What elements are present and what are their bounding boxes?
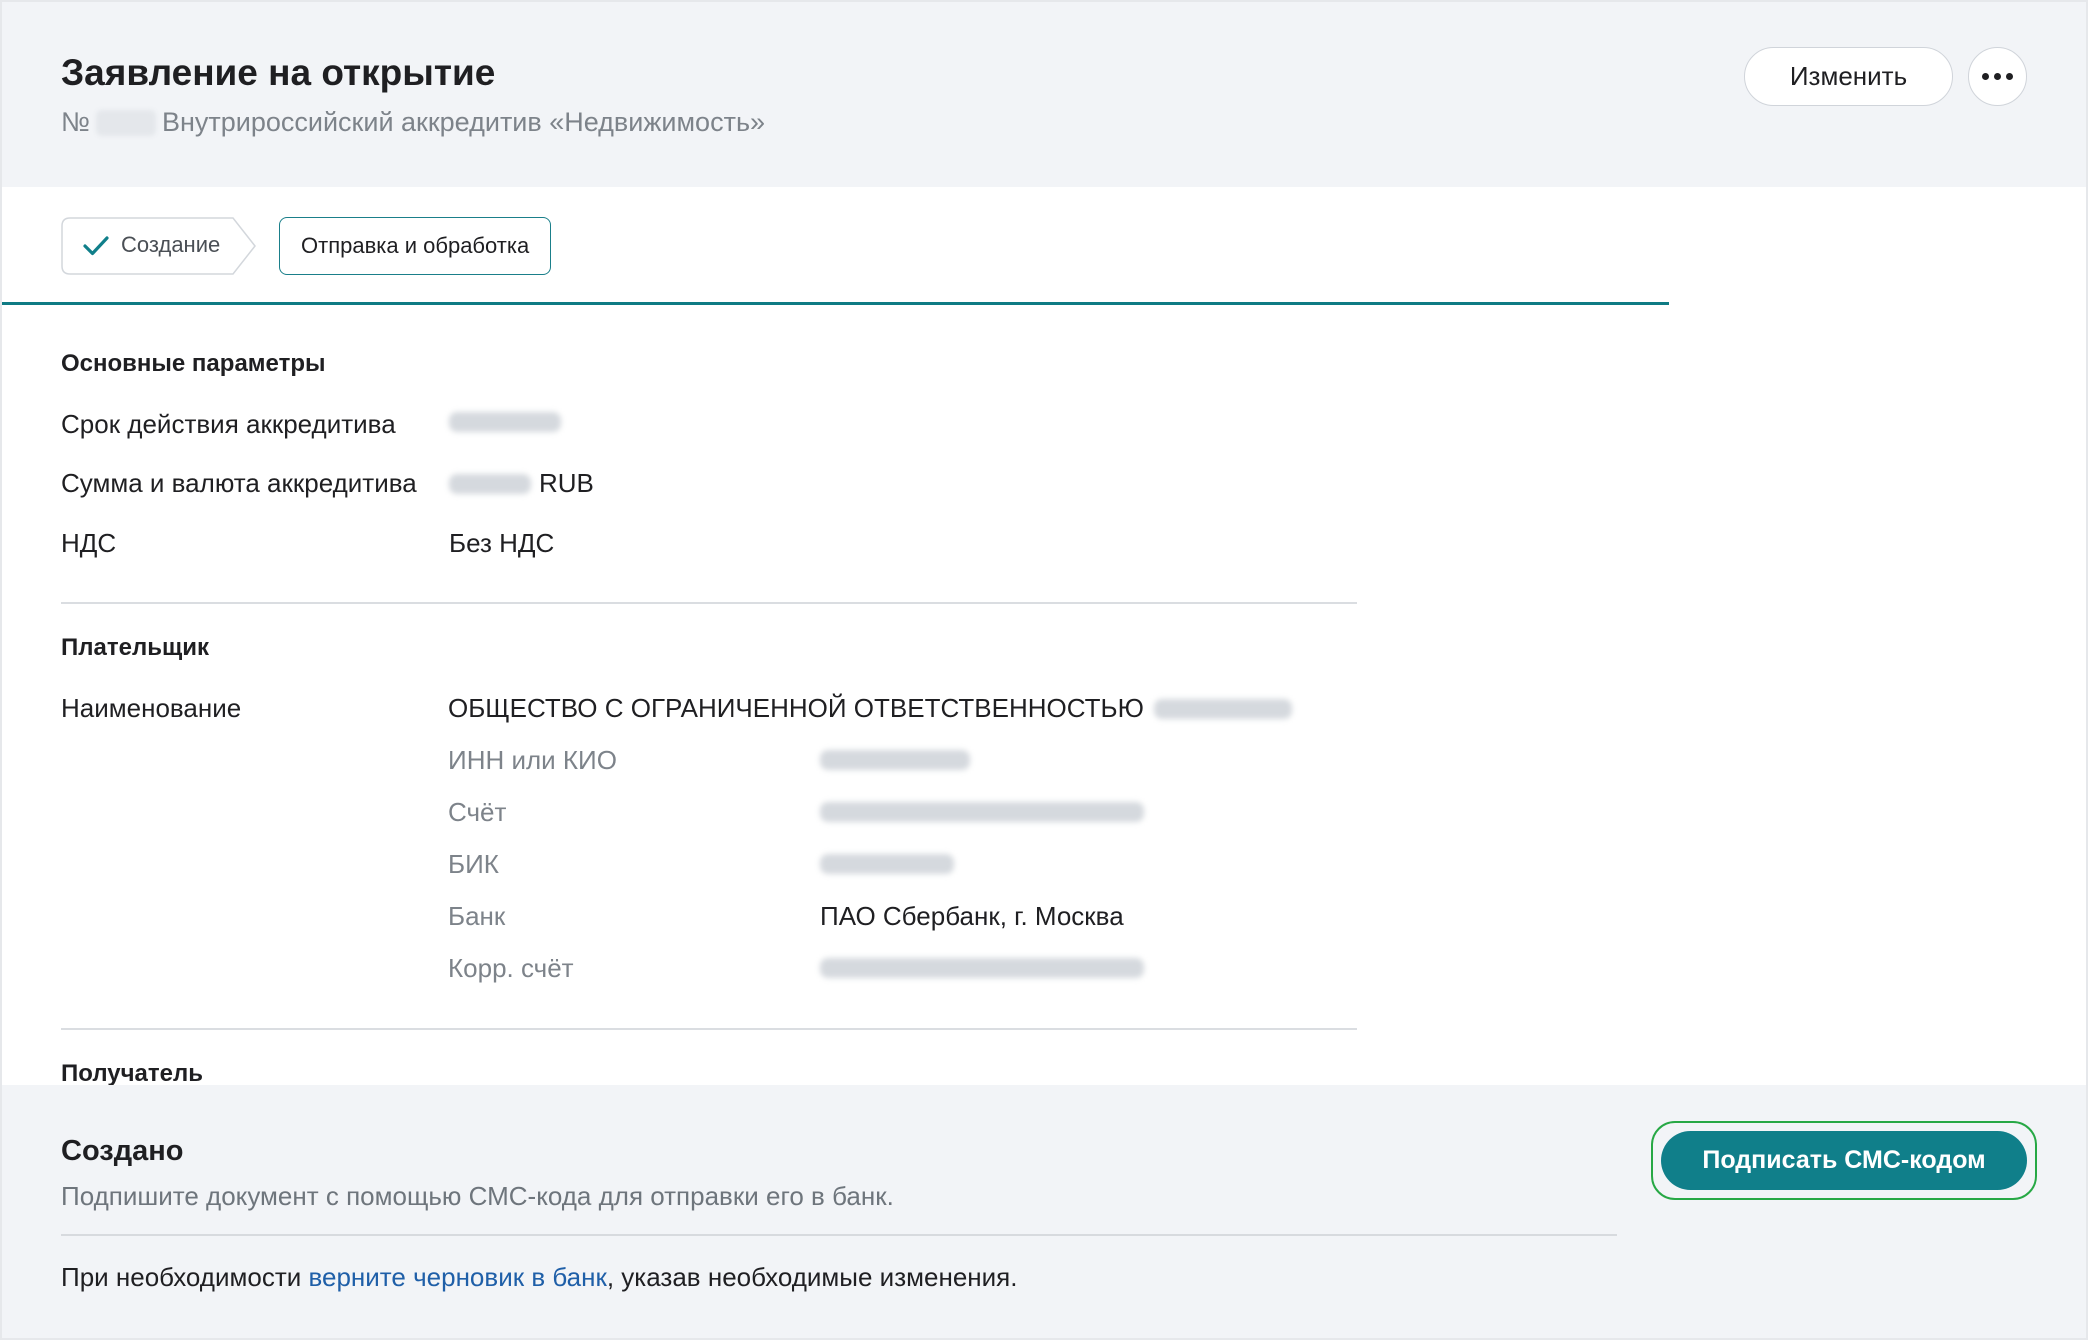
term-value bbox=[449, 412, 561, 432]
note-text-before: При необходимости bbox=[61, 1262, 309, 1292]
inn-label: ИНН или КИО bbox=[448, 745, 617, 775]
checkmark-icon bbox=[83, 236, 109, 256]
bik-label: БИК bbox=[448, 849, 499, 879]
edit-button[interactable]: Изменить bbox=[1744, 47, 1953, 106]
vat-label: НДС bbox=[61, 528, 117, 558]
steps-underline bbox=[0, 302, 1669, 305]
section-title-main-params: Основные параметры bbox=[61, 350, 326, 377]
number-prefix: № bbox=[61, 107, 90, 137]
status-divider bbox=[61, 1234, 1617, 1236]
corr-account-value-redacted bbox=[820, 958, 1144, 978]
status-note: При необходимости верните черновик в бан… bbox=[61, 1262, 1017, 1293]
account-label: Счёт bbox=[448, 797, 507, 827]
return-draft-link[interactable]: верните черновик в банк bbox=[308, 1262, 606, 1292]
status-description: Подпишите документ с помощью СМС-кода дл… bbox=[61, 1181, 894, 1211]
payer-name-value: ОБЩЕСТВО С ОГРАНИЧЕННОЙ ОТВЕТСТВЕННОСТЬЮ bbox=[448, 693, 1292, 724]
inn-value-redacted bbox=[820, 750, 970, 770]
step-creation[interactable]: Создание bbox=[61, 217, 257, 275]
step-sending-processing[interactable]: Отправка и обработка bbox=[279, 217, 552, 275]
amount-value: RUB bbox=[449, 468, 594, 499]
section-title-payer: Плательщик bbox=[61, 634, 209, 661]
page-title: Заявление на открытие bbox=[61, 52, 496, 93]
payer-name-label: Наименование bbox=[61, 693, 242, 723]
more-dots-icon bbox=[1982, 73, 1989, 80]
section-divider bbox=[61, 1028, 1357, 1030]
corr-account-label: Корр. счёт bbox=[448, 953, 574, 983]
vat-value: Без НДС bbox=[449, 528, 555, 558]
sign-sms-button[interactable]: Подписать СМС-кодом bbox=[1661, 1131, 2027, 1190]
more-dots-icon-dot bbox=[2006, 73, 2013, 80]
bank-value: ПАО Сбербанк, г. Москва bbox=[820, 901, 1124, 931]
bank-label: Банк bbox=[448, 901, 506, 931]
section-divider bbox=[61, 602, 1357, 604]
step-creation-label: Создание bbox=[121, 232, 221, 257]
more-options-button[interactable] bbox=[1968, 47, 2027, 106]
application-page: Заявление на открытие № Внутрироссийский… bbox=[0, 0, 2088, 1340]
payer-name-text: ОБЩЕСТВО С ОГРАНИЧЕННОЙ ОТВЕТСТВЕННОСТЬЮ bbox=[448, 693, 1144, 723]
status-title: Создано bbox=[61, 1135, 184, 1167]
page-subtitle: № Внутрироссийский аккредитив «Недвижимо… bbox=[61, 107, 765, 138]
currency-code: RUB bbox=[539, 468, 594, 498]
document-type: Внутрироссийский аккредитив «Недвижимост… bbox=[161, 107, 766, 137]
term-value-redacted bbox=[449, 412, 561, 432]
section-title-recipient: Получатель bbox=[61, 1060, 203, 1087]
payer-name-redacted bbox=[1153, 698, 1292, 719]
account-value-redacted bbox=[820, 802, 1144, 822]
more-dots-icon-dot bbox=[1994, 73, 2001, 80]
document-number-redacted bbox=[95, 109, 156, 136]
term-label: Срок действия аккредитива bbox=[61, 409, 396, 439]
note-text-after: , указав необходимые изменения. bbox=[606, 1262, 1018, 1292]
bik-value-redacted bbox=[820, 854, 954, 874]
amount-label: Сумма и валюта аккредитива bbox=[61, 468, 417, 498]
amount-redacted bbox=[449, 473, 531, 494]
